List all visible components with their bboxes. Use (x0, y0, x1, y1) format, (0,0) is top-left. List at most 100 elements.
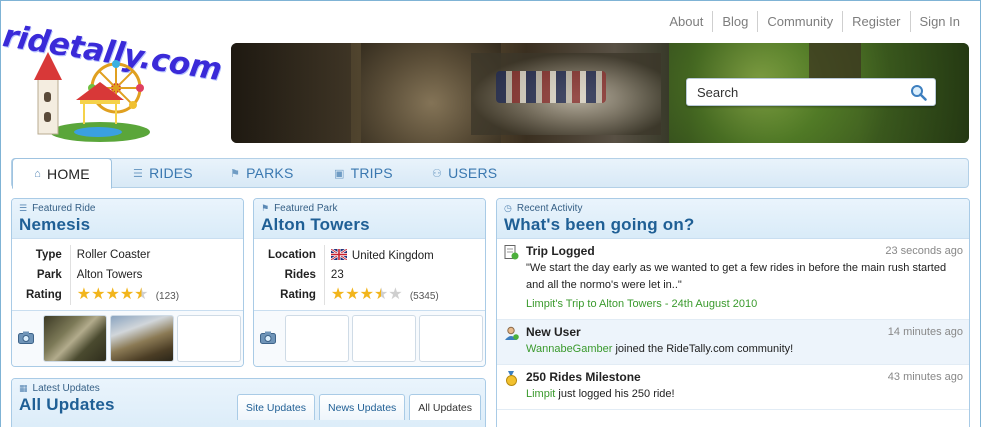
recent-activity-header: ◷ Recent Activity What's been going on? (497, 199, 969, 239)
recent-activity-panel: ◷ Recent Activity What's been going on? T… (496, 198, 970, 427)
new-user-icon (505, 326, 519, 340)
rating-star-icon: ★ (373, 286, 389, 303)
featured-park-details: Location United Kingdom Rides 23 Rating … (262, 245, 445, 305)
rating-star-icon: ★ (76, 286, 92, 303)
featured-park-kicker: Featured Park (274, 203, 338, 214)
activity-text: Limpit just logged his 250 ride! (526, 386, 961, 403)
activity-item: 250 Rides Milestone 43 minutes ago Limpi… (497, 365, 969, 410)
activity-message: joined the RideTally.com community! (612, 343, 794, 355)
rating-star-icon: ★ (91, 286, 106, 303)
activity-item: Trip Logged 23 seconds ago "We start the… (497, 239, 969, 320)
featured-ride-kicker: Featured Ride (32, 203, 96, 214)
activity-trip-link[interactable]: Limpit's Trip to Alton Towers - 24th Aug… (526, 296, 961, 313)
tab-parks-label: PARKS (246, 165, 294, 181)
latest-updates-kicker: Latest Updates (32, 383, 100, 394)
activity-item: New User 14 minutes ago WannabeGamber jo… (497, 320, 969, 365)
tab-all-updates[interactable]: All Updates (409, 394, 481, 420)
nav-link-community[interactable]: Community (757, 11, 842, 32)
ride-type-label: Type (20, 245, 71, 265)
search-input[interactable] (687, 79, 907, 105)
activity-user-link[interactable]: Limpit (526, 388, 555, 400)
flag-icon: ⚑ (261, 203, 270, 213)
tab-news-updates[interactable]: News Updates (319, 394, 406, 420)
tab-users[interactable]: ⚇ USERS (432, 158, 497, 188)
nav-link-register[interactable]: Register (842, 11, 909, 32)
ride-park-value[interactable]: Alton Towers (70, 265, 185, 285)
ride-photo-thumb[interactable] (43, 315, 107, 362)
camera-icon[interactable] (260, 331, 276, 344)
clock-icon: ◷ (504, 203, 512, 213)
coaster-icon: ☰ (19, 203, 28, 213)
ride-photo-thumb[interactable] (110, 315, 174, 362)
tab-trips-label: TRIPS (350, 165, 393, 181)
ride-photo-strip (12, 310, 243, 366)
camera-icon[interactable] (18, 331, 34, 344)
user-icon: ⚇ (432, 167, 443, 180)
latest-updates-panel: ▦ Latest Updates All Updates Site Updates… (11, 378, 486, 427)
nav-link-blog[interactable]: Blog (712, 11, 757, 32)
park-location-value: United Kingdom (351, 249, 434, 262)
featured-ride-title[interactable]: Nemesis (19, 215, 236, 235)
calendar-icon: ▦ (19, 383, 28, 393)
ride-rating-count: (123) (155, 291, 180, 302)
park-rating-label: Rating (262, 285, 325, 305)
nav-link-sign-in[interactable]: Sign In (909, 11, 969, 32)
activity-quote: "We start the day early as we wanted to … (526, 262, 947, 291)
ride-photo-placeholder (177, 315, 241, 362)
search-icon[interactable] (910, 84, 927, 101)
rating-star-icon: ★ (119, 286, 135, 303)
activity-time: 23 seconds ago (885, 245, 963, 257)
updates-tabs: Site Updates News Updates All Updates (236, 394, 481, 420)
suitcase-icon: ▣ (334, 167, 345, 180)
uk-flag-icon (330, 248, 347, 260)
park-photo-strip (254, 310, 485, 366)
ride-park-label: Park (20, 265, 71, 285)
rating-star-icon: ★ (330, 286, 346, 303)
activity-message: just logged his 250 ride! (555, 388, 675, 400)
coaster-icon: ☰ (133, 167, 144, 180)
activity-user-link[interactable]: WannabeGamber (526, 343, 612, 355)
main-nav: ⌂ HOME ☰ RIDES ⚑ PARKS ▣ TRIPS ⚇ USERS (11, 158, 969, 189)
park-rating-count: (5345) (409, 291, 439, 302)
flag-icon: ⚑ (230, 167, 241, 180)
park-rating-stars: ★ ★ ★ ★ ★ (331, 287, 403, 303)
ride-rating-label: Rating (20, 285, 71, 305)
featured-ride-panel: ☰ Featured Ride Nemesis Type Roller Coast… (11, 198, 244, 367)
tab-rides[interactable]: ☰ RIDES (133, 158, 193, 188)
park-location-label: Location (262, 245, 325, 265)
tab-home[interactable]: ⌂ HOME (12, 158, 112, 189)
home-icon: ⌂ (34, 167, 42, 180)
rating-star-icon: ★ (345, 286, 360, 303)
park-photo-placeholder (419, 315, 483, 362)
rating-star-icon: ★ (105, 286, 120, 303)
park-rides-label: Rides (262, 265, 325, 285)
top-nav: About Blog Community Register Sign In (660, 11, 969, 32)
rating-star-icon: ★ (388, 286, 403, 303)
park-photo-placeholder (352, 315, 416, 362)
featured-park-header: ⚑ Featured Park Alton Towers (254, 199, 485, 239)
park-photo-placeholder (285, 315, 349, 362)
logo-castle-icon (34, 52, 150, 142)
site-logo[interactable]: ridetally.com (0, 4, 228, 144)
rating-star-icon: ★ (134, 286, 149, 303)
recent-activity-kicker: Recent Activity (516, 203, 583, 214)
medal-icon (506, 371, 517, 386)
tab-trips[interactable]: ▣ TRIPS (334, 158, 393, 188)
trip-log-icon (504, 245, 519, 260)
tab-users-label: USERS (448, 165, 498, 181)
featured-park-panel: ⚑ Featured Park Alton Towers Location Uni… (253, 198, 486, 367)
featured-ride-details: Type Roller Coaster Park Alton Towers Ra… (20, 245, 185, 305)
tab-rides-label: RIDES (149, 165, 193, 181)
activity-time: 43 minutes ago (887, 371, 963, 383)
rating-star-icon: ★ (359, 286, 374, 303)
park-rides-value: 23 (330, 269, 344, 281)
activity-time: 14 minutes ago (887, 326, 963, 338)
nav-link-about[interactable]: About (660, 11, 712, 32)
search-box (686, 78, 936, 106)
activity-text: WannabeGamber joined the RideTally.com c… (526, 341, 961, 358)
ride-type-value: Roller Coaster (76, 249, 151, 261)
featured-ride-header: ☰ Featured Ride Nemesis (12, 199, 243, 239)
tab-parks[interactable]: ⚑ PARKS (230, 158, 294, 188)
featured-park-title[interactable]: Alton Towers (261, 215, 478, 235)
tab-site-updates[interactable]: Site Updates (236, 394, 316, 420)
